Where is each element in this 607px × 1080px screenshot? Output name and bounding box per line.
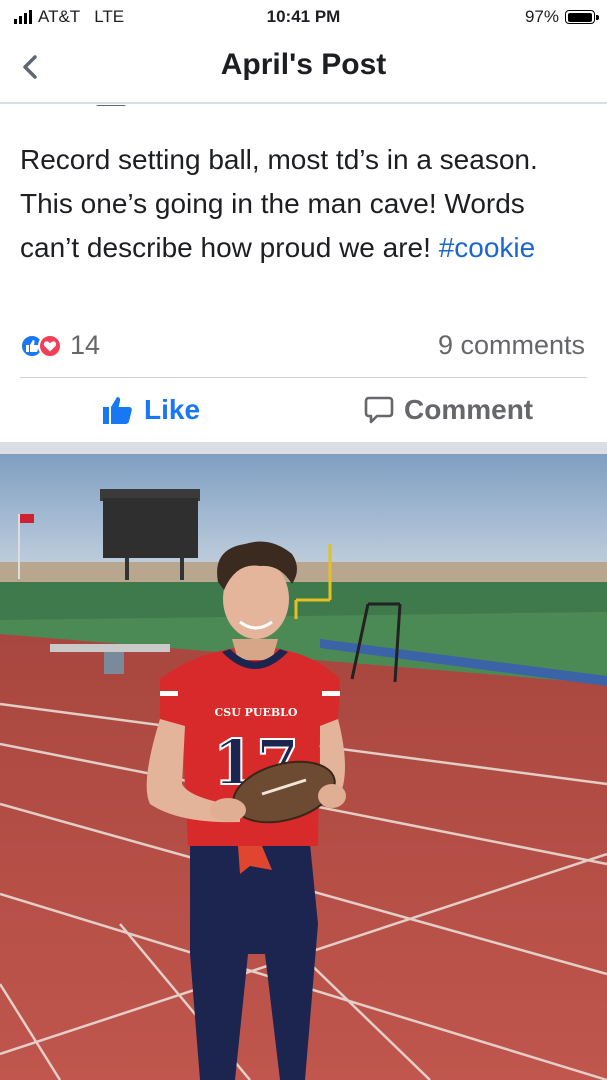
comment-label: Comment (404, 394, 534, 425)
navigation-bar: April's Post (0, 34, 607, 102)
hashtag-link[interactable]: #cookie (439, 232, 536, 263)
jersey-team-text: CSU PUEBLO (215, 706, 298, 719)
love-reaction-icon (38, 333, 62, 358)
reactions-summary[interactable]: 14 (20, 330, 100, 361)
status-right: 97% (524, 7, 599, 27)
comments-count[interactable]: 9 comments (438, 330, 585, 361)
post-actions: Like Comment (0, 378, 607, 444)
battery-percent: 97% (524, 7, 559, 26)
post-body: Record setting ball, most td’s in a seas… (20, 138, 590, 270)
battery-fill (567, 12, 592, 22)
section-separator (0, 442, 607, 454)
comment-bubble-icon (364, 396, 394, 424)
battery-icon (565, 10, 599, 24)
like-button[interactable]: Like (102, 394, 200, 426)
page-title: April's Post (220, 48, 387, 81)
status-time: 10:41 PM (266, 7, 341, 26)
nav-divider (0, 102, 607, 104)
like-label: Like (144, 394, 201, 425)
thumbs-up-icon (103, 397, 132, 424)
reaction-count: 14 (70, 330, 101, 360)
post-photo[interactable]: CSU PUEBLO 17 (0, 454, 607, 1080)
football-player-photo: CSU PUEBLO 17 (0, 454, 607, 1080)
status-bar: AT&T LTE 10:41 PM 97% (0, 0, 607, 34)
comment-button[interactable]: Comment (364, 394, 533, 426)
